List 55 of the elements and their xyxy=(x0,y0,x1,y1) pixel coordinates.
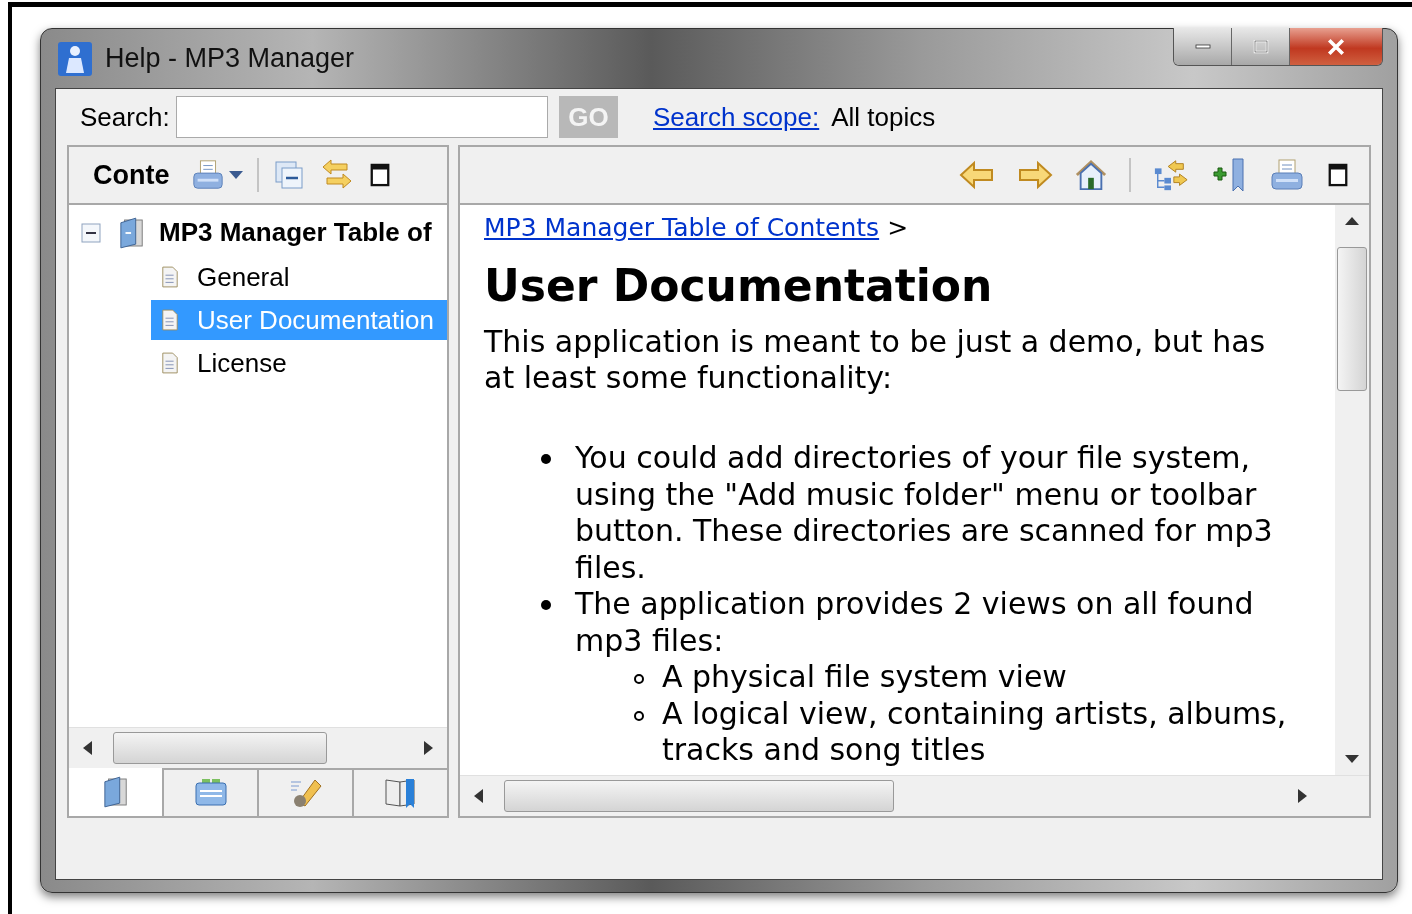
back-arrow-icon[interactable] xyxy=(959,160,995,190)
collapse-all-icon[interactable] xyxy=(273,159,305,191)
minimize-button[interactable] xyxy=(1174,28,1232,65)
list-item-text: A logical view, containing artists, albums, tracks and song titles xyxy=(662,695,1288,769)
index-card-icon xyxy=(193,777,228,809)
scroll-right-icon[interactable] xyxy=(1297,789,1307,803)
scrollbar-thumb[interactable] xyxy=(1337,247,1367,391)
scrollbar-thumb[interactable] xyxy=(504,780,894,812)
maximize-view-icon[interactable] xyxy=(369,162,391,188)
scrollbar-thumb[interactable] xyxy=(113,732,327,764)
pane-title: Conte xyxy=(93,159,171,191)
breadcrumb-link[interactable]: MP3 Manager Table of Contents xyxy=(484,213,880,242)
list-item-text: You could add directories of your file system, using the "Add music folder" menu or toolbar button. These directories are scanned for mp3 files. xyxy=(575,440,1274,586)
scroll-up-icon[interactable] xyxy=(1345,217,1359,225)
book-icon xyxy=(102,776,129,808)
bullet-icon xyxy=(541,454,551,464)
page-icon xyxy=(161,266,179,288)
home-icon[interactable] xyxy=(1075,158,1107,192)
add-bookmark-icon[interactable] xyxy=(1211,157,1247,193)
bullet-icon xyxy=(634,710,644,721)
maximize-button[interactable] xyxy=(1232,28,1290,65)
list-item-text: A physical file system view xyxy=(662,659,1067,696)
list-item-text: The application provides 2 views on all found mp3 files: xyxy=(575,586,1255,659)
bullet-icon xyxy=(634,674,644,684)
search-scope-value: All topics xyxy=(831,101,936,133)
scroll-right-icon[interactable] xyxy=(423,741,433,755)
book-icon xyxy=(119,216,145,249)
page-heading: User Documentation xyxy=(484,259,994,313)
search-field[interactable] xyxy=(176,96,548,138)
contents-tab[interactable] xyxy=(69,768,164,816)
print-icon[interactable] xyxy=(191,158,225,192)
search-scope-link[interactable]: Search scope: xyxy=(653,101,820,133)
collapse-toggle-icon[interactable] xyxy=(81,222,101,243)
print-icon[interactable] xyxy=(1269,157,1305,193)
window-title: Help - MP3 Manager xyxy=(105,43,355,74)
scroll-down-icon[interactable] xyxy=(1345,755,1359,763)
sync-tree-icon[interactable] xyxy=(1153,158,1189,192)
breadcrumb-separator: > xyxy=(887,213,909,242)
caret-icon[interactable] xyxy=(229,170,243,180)
tree-item[interactable]: General xyxy=(151,257,447,297)
page-icon xyxy=(161,309,179,331)
intro-paragraph: This application is meant to be just a demo, but has at least some functionality: xyxy=(484,324,1267,396)
scroll-left-icon[interactable] xyxy=(83,741,93,755)
forward-arrow-icon[interactable] xyxy=(1017,160,1053,190)
tree-item[interactable]: MP3 Manager Table of xyxy=(81,211,447,254)
minimize-icon xyxy=(1194,44,1211,49)
bullet-icon xyxy=(541,600,551,610)
maximize-view-icon[interactable] xyxy=(1327,162,1349,188)
app-icon xyxy=(57,40,93,77)
scroll-left-icon[interactable] xyxy=(474,789,484,803)
search-label: Search: xyxy=(80,101,171,133)
tree-item[interactable]: License xyxy=(151,343,447,383)
close-button[interactable] xyxy=(1290,28,1382,65)
page-icon xyxy=(161,352,179,374)
bookmark-book-icon xyxy=(383,776,418,810)
